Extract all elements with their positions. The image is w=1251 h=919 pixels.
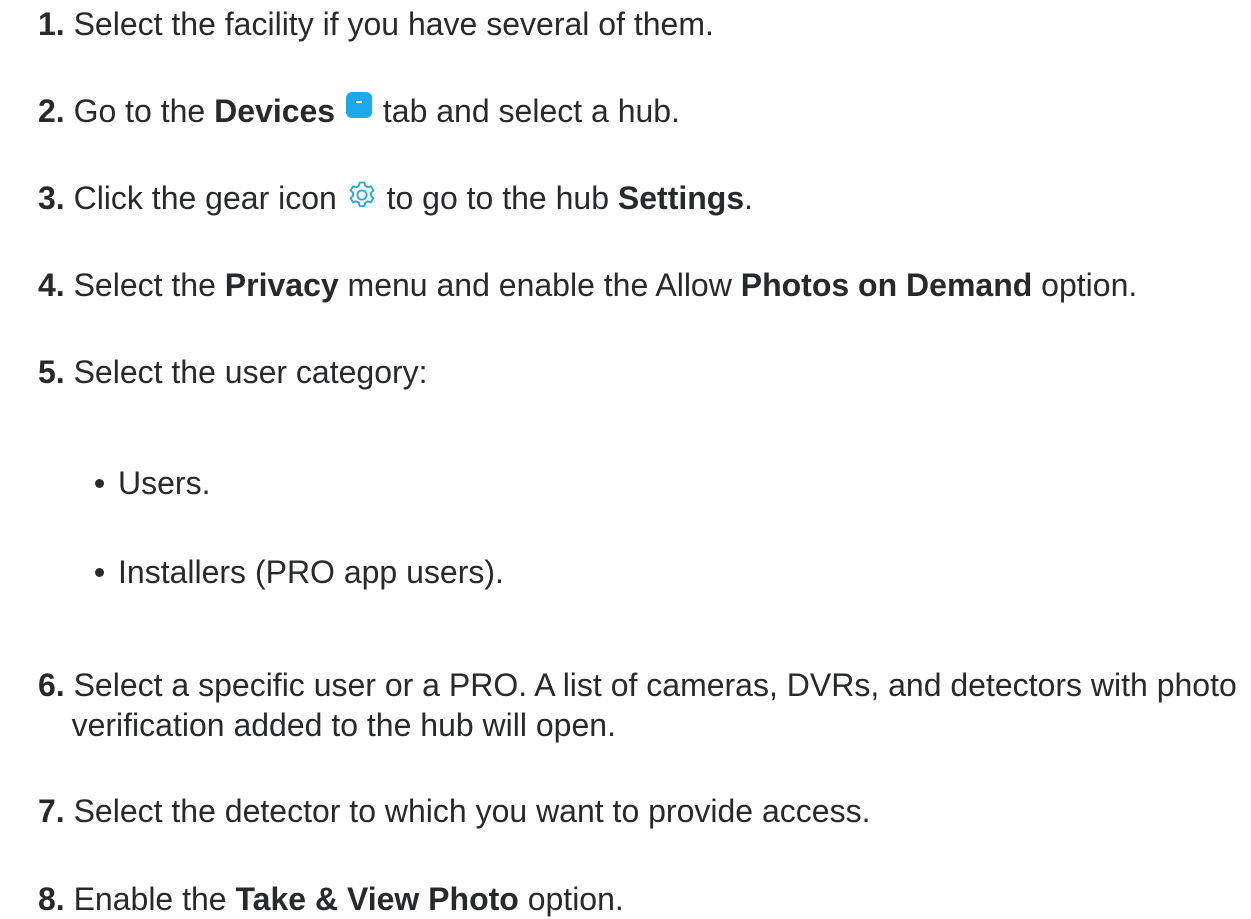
privacy-label: Privacy bbox=[224, 267, 339, 303]
step-text: option. bbox=[518, 881, 624, 917]
list-item-text: Installers (PRO app users). bbox=[118, 554, 504, 590]
take-view-photo-label: Take & View Photo bbox=[235, 881, 519, 917]
step-8: 8. Enable the Take & View Photo option. bbox=[38, 879, 1241, 919]
step-text: Select the bbox=[73, 267, 225, 303]
devices-icon bbox=[345, 92, 372, 118]
step-text: Select a specific user or a PRO. A list … bbox=[71, 667, 1237, 743]
step-number: 5. bbox=[38, 354, 65, 390]
step-1: 1. Select the facility if you have sever… bbox=[38, 4, 1241, 44]
step-text: Enable the bbox=[73, 881, 236, 917]
step-text: . bbox=[744, 180, 754, 216]
list-item: Installers (PRO app users). bbox=[95, 552, 504, 592]
step-text: Select the user category: bbox=[73, 354, 428, 390]
step-number: 7. bbox=[38, 793, 65, 829]
step-text: Go to the bbox=[73, 93, 215, 129]
step-number: 3. bbox=[38, 180, 65, 216]
step-2: 2. Go to the Devices tab and select a hu… bbox=[38, 91, 1241, 131]
bullet-dot bbox=[95, 479, 104, 488]
step-text: tab and select a hub. bbox=[373, 93, 680, 129]
step-number: 6. bbox=[38, 667, 65, 703]
step-text: Click the gear icon bbox=[73, 180, 346, 216]
step-number: 4. bbox=[38, 267, 65, 303]
settings-label: Settings bbox=[617, 180, 745, 216]
step-number: 8. bbox=[38, 881, 65, 917]
photos-on-demand-label: Photos on Demand bbox=[740, 267, 1033, 303]
list-item: Users. bbox=[95, 463, 211, 503]
list-item-text: Users. bbox=[118, 465, 211, 501]
devices-label: Devices bbox=[214, 93, 336, 129]
step-4: 4. Select the Privacy menu and enable th… bbox=[38, 265, 1241, 305]
gear-icon bbox=[349, 181, 375, 207]
step-number: 2. bbox=[38, 93, 65, 129]
step-6: 6. Select a specific user or a PRO. A li… bbox=[38, 665, 1241, 745]
step-text: menu and enable the Allow bbox=[338, 267, 741, 303]
step-text: to go to the hub bbox=[377, 180, 618, 216]
step-text: option. bbox=[1032, 267, 1138, 303]
step-7: 7. Select the detector to which you want… bbox=[38, 791, 1241, 831]
step-3: 3. Click the gear icon to go to the hub … bbox=[38, 178, 1241, 218]
step-text: Select the detector to which you want to… bbox=[73, 793, 871, 829]
step-5: 5. Select the user category: bbox=[38, 352, 1241, 392]
bullet-dot bbox=[95, 568, 104, 577]
step-text: Select the facility if you have several … bbox=[73, 6, 714, 42]
step-number: 1. bbox=[38, 6, 65, 42]
